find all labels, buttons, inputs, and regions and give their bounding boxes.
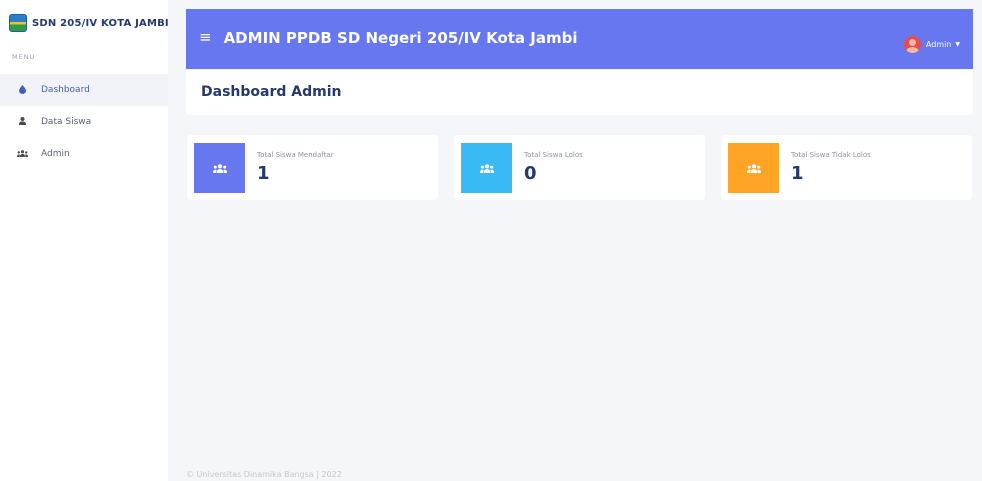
users-icon	[194, 143, 245, 193]
sidebar: SDN 205/IV KOTA JAMBI MENU Dashboard Dat…	[0, 0, 169, 481]
page-title-card: Dashboard Admin	[186, 70, 973, 115]
hamburger-icon[interactable]: ≡	[199, 29, 212, 45]
caret-down-icon: ▼	[955, 41, 960, 48]
page-title: Dashboard Admin	[201, 84, 342, 100]
stat-label: Total Siswa Mendaftar	[257, 151, 334, 159]
footer-text: © Universitas Dinamika Bangsa | 2022	[186, 470, 342, 479]
menu-title: MENU	[12, 53, 36, 61]
sidebar-item-label: Data Siswa	[41, 117, 92, 127]
brand[interactable]: SDN 205/IV KOTA JAMBI	[0, 0, 169, 36]
brand-name: SDN 205/IV KOTA JAMBI	[32, 17, 169, 29]
user-menu[interactable]: Admin ▼	[903, 36, 960, 53]
avatar	[903, 36, 921, 53]
app-title: ADMIN PPDB SD Negeri 205/IV Kota Jambi	[223, 29, 578, 47]
sidebar-item-dashboard[interactable]: Dashboard	[0, 74, 168, 106]
stat-label: Total Siswa Tidak Lolos	[791, 151, 871, 159]
school-logo	[9, 14, 27, 32]
users-icon	[728, 143, 779, 193]
stat-card-lolos: Total Siswa Lolos 0	[454, 135, 705, 200]
stat-value: 1	[257, 163, 270, 184]
stat-label: Total Siswa Lolos	[524, 151, 583, 159]
sidebar-item-label: Dashboard	[41, 85, 90, 95]
sidebar-item-admin[interactable]: Admin	[0, 138, 168, 170]
users-icon	[461, 143, 512, 193]
sidebar-item-data-siswa[interactable]: Data Siswa	[0, 106, 168, 138]
stat-card-tidak-lolos: Total Siswa Tidak Lolos 1	[721, 135, 972, 200]
stat-value: 0	[524, 163, 537, 184]
users-icon	[16, 149, 28, 159]
stat-card-mendaftar: Total Siswa Mendaftar 1	[187, 135, 438, 200]
user-name: Admin	[925, 40, 952, 49]
stat-value: 1	[791, 163, 804, 184]
sidebar-item-label: Admin	[41, 149, 70, 159]
user-icon	[16, 117, 28, 127]
topbar: ≡ ADMIN PPDB SD Negeri 205/IV Kota Jambi…	[186, 9, 973, 69]
droplet-icon	[16, 84, 28, 96]
